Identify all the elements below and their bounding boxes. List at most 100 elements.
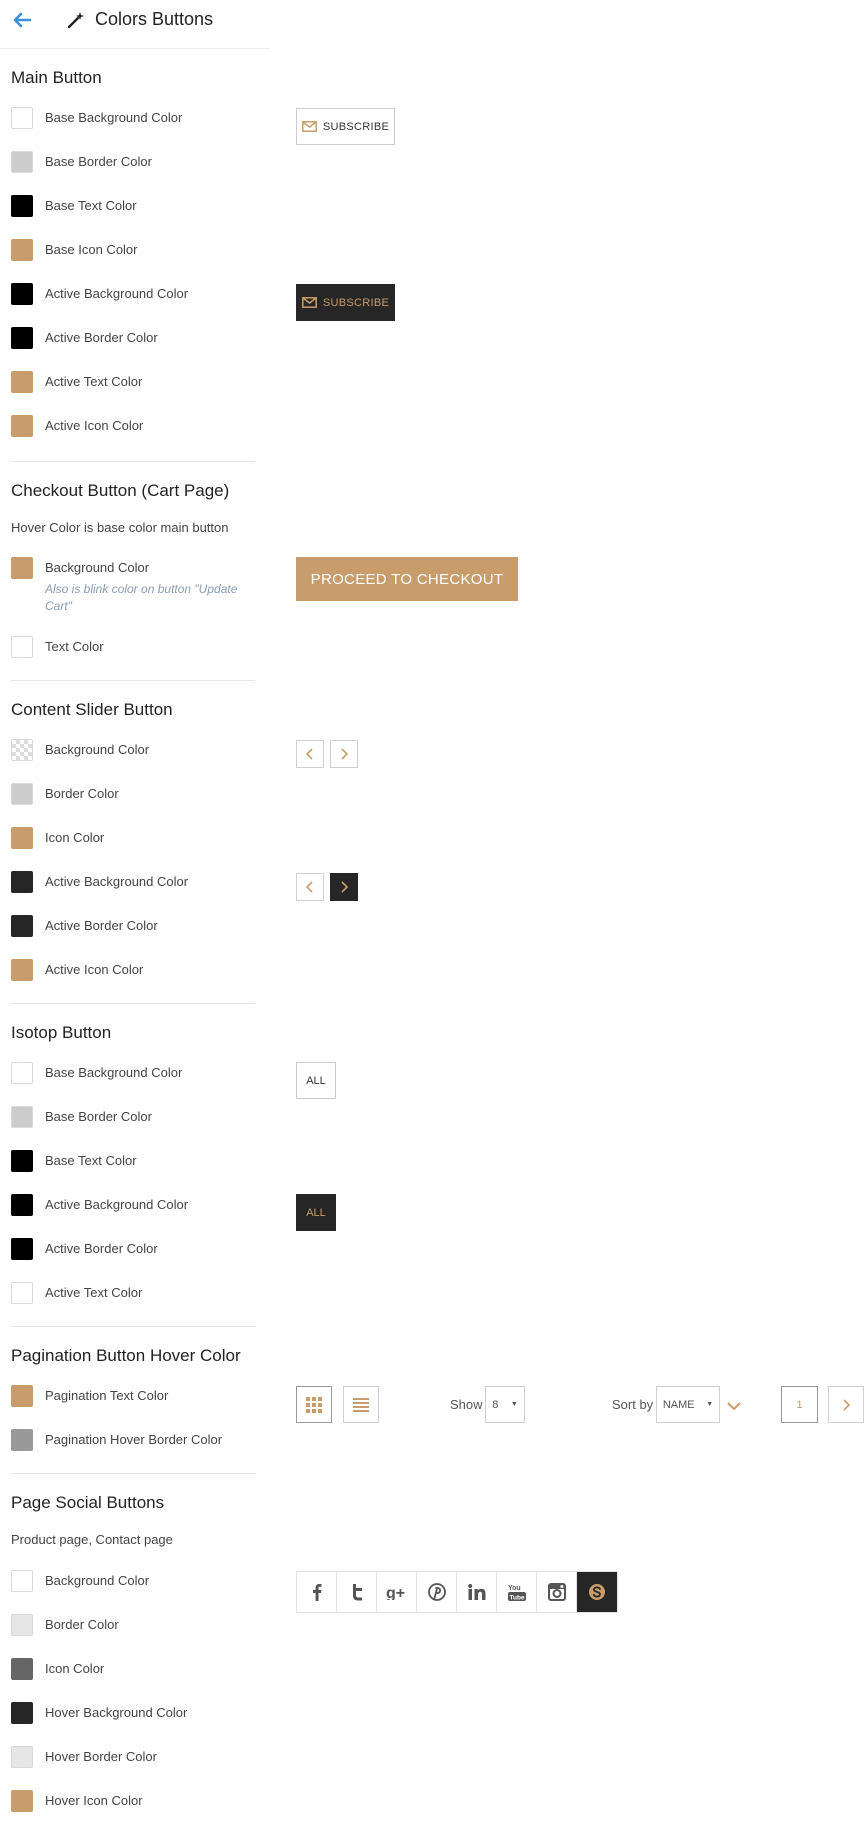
color-row-social-icon[interactable]: Icon Color (11, 1658, 251, 1682)
skype-icon[interactable] (577, 1572, 617, 1612)
color-row-slider-active-icon[interactable]: Active Icon Color (11, 959, 251, 983)
color-swatch[interactable] (11, 1106, 33, 1128)
color-row-social-hover-background[interactable]: Hover Background Color (11, 1702, 251, 1726)
list-view-button[interactable] (343, 1386, 379, 1423)
facebook-icon[interactable] (297, 1572, 337, 1612)
grid-view-button[interactable] (296, 1386, 332, 1423)
color-swatch[interactable] (11, 415, 33, 437)
color-row-slider-icon[interactable]: Icon Color (11, 827, 251, 851)
color-row-checkout-background[interactable]: Background Color (11, 557, 251, 581)
color-swatch[interactable] (11, 827, 33, 849)
color-row-base-border[interactable]: Base Border Color (11, 151, 251, 175)
color-swatch[interactable] (11, 239, 33, 261)
color-row-isotop-base-background[interactable]: Base Background Color (11, 1062, 251, 1086)
show-select[interactable]: 8 ▼ (485, 1386, 525, 1423)
color-swatch[interactable] (11, 871, 33, 893)
color-row-isotop-active-border[interactable]: Active Border Color (11, 1238, 251, 1262)
color-swatch[interactable] (11, 1238, 33, 1260)
color-row-active-border[interactable]: Active Border Color (11, 327, 251, 351)
color-label: Pagination Text Color (45, 1388, 169, 1403)
color-label: Background Color (45, 1573, 150, 1588)
color-row-social-hover-border[interactable]: Hover Border Color (11, 1746, 251, 1770)
twitter-icon[interactable] (337, 1572, 377, 1612)
sort-direction-chevron-icon[interactable] (727, 1398, 741, 1416)
color-swatch[interactable] (11, 151, 33, 173)
color-row-isotop-active-text[interactable]: Active Text Color (11, 1282, 251, 1306)
color-row-checkout-text[interactable]: Text Color (11, 636, 251, 660)
color-row-isotop-active-background[interactable]: Active Background Color (11, 1194, 251, 1218)
slider-prev-button[interactable] (296, 873, 324, 901)
page-number-button[interactable]: 1 (781, 1386, 818, 1423)
slider-next-button-active[interactable] (330, 873, 358, 901)
color-row-isotop-base-border[interactable]: Base Border Color (11, 1106, 251, 1130)
isotop-all-button[interactable]: ALL (296, 1062, 336, 1099)
slider-prev-button[interactable] (296, 740, 324, 768)
isotop-all-button-active[interactable]: ALL (296, 1194, 336, 1231)
proceed-to-checkout-button[interactable]: PROCEED TO CHECKOUT (296, 557, 518, 601)
color-swatch[interactable] (11, 1150, 33, 1172)
color-row-base-background[interactable]: Base Background Color (11, 107, 251, 131)
color-label: Active Text Color (45, 1285, 143, 1300)
color-label: Hover Background Color (45, 1705, 188, 1720)
color-row-active-icon[interactable]: Active Icon Color (11, 415, 251, 439)
color-label: Active Icon Color (45, 962, 144, 977)
color-row-slider-active-background[interactable]: Active Background Color (11, 871, 251, 895)
color-row-slider-active-border[interactable]: Active Border Color (11, 915, 251, 939)
color-row-active-text[interactable]: Active Text Color (11, 371, 251, 395)
color-row-pagination-text[interactable]: Pagination Text Color (11, 1385, 251, 1409)
color-swatch[interactable] (11, 1570, 33, 1592)
linkedin-icon[interactable] (457, 1572, 497, 1612)
subscribe-button-active-preview[interactable]: SUBSCRIBE (296, 284, 395, 321)
color-swatch[interactable] (11, 1194, 33, 1216)
caret-down-icon: ▼ (510, 1401, 518, 1408)
magic-wand-icon (66, 10, 86, 30)
color-swatch[interactable] (11, 327, 33, 349)
color-label: Base Background Color (45, 110, 183, 125)
color-row-pagination-hover-border[interactable]: Pagination Hover Border Color (11, 1429, 251, 1453)
color-swatch[interactable] (11, 1746, 33, 1768)
color-swatch[interactable] (11, 107, 33, 129)
color-row-active-background[interactable]: Active Background Color (11, 283, 251, 307)
sort-by-label: Sort by (612, 1397, 654, 1412)
color-swatch[interactable] (11, 959, 33, 981)
instagram-icon[interactable] (537, 1572, 577, 1612)
sort-select[interactable]: NAME ▼ (656, 1386, 720, 1423)
color-row-social-background[interactable]: Background Color (11, 1570, 251, 1594)
color-row-social-hover-icon[interactable]: Hover Icon Color (11, 1790, 251, 1814)
color-label: Active Background Color (45, 286, 189, 301)
color-swatch[interactable] (11, 1062, 33, 1084)
youtube-icon[interactable]: You Tube (497, 1572, 537, 1612)
color-swatch[interactable] (11, 1614, 33, 1636)
color-swatch[interactable] (11, 739, 33, 761)
color-label: Base Border Color (45, 1109, 152, 1124)
next-page-button[interactable] (828, 1386, 864, 1423)
color-swatch[interactable] (11, 915, 33, 937)
slider-next-button[interactable] (330, 740, 358, 768)
color-row-slider-border[interactable]: Border Color (11, 783, 251, 807)
google-plus-icon[interactable]: g+ (377, 1572, 417, 1612)
color-swatch[interactable] (11, 1429, 33, 1451)
pinterest-icon[interactable] (417, 1572, 457, 1612)
color-swatch[interactable] (11, 783, 33, 805)
color-label: Active Background Color (45, 874, 189, 889)
color-row-base-icon[interactable]: Base Icon Color (11, 239, 251, 263)
chevron-right-icon (341, 748, 349, 760)
color-swatch[interactable] (11, 1658, 33, 1680)
color-row-social-border[interactable]: Border Color (11, 1614, 251, 1638)
section-title-main-button: Main Button (11, 68, 102, 87)
color-swatch[interactable] (11, 557, 33, 579)
color-swatch[interactable] (11, 371, 33, 393)
color-swatch[interactable] (11, 1282, 33, 1304)
subscribe-button-preview[interactable]: SUBSCRIBE (296, 108, 395, 145)
color-swatch[interactable] (11, 283, 33, 305)
back-arrow-icon[interactable] (10, 9, 34, 31)
color-swatch[interactable] (11, 1385, 33, 1407)
color-swatch[interactable] (11, 636, 33, 658)
color-label: Border Color (45, 786, 119, 801)
color-row-isotop-base-text[interactable]: Base Text Color (11, 1150, 251, 1174)
color-swatch[interactable] (11, 1790, 33, 1812)
color-row-base-text[interactable]: Base Text Color (11, 195, 251, 219)
color-row-slider-background[interactable]: Background Color (11, 739, 251, 763)
color-swatch[interactable] (11, 195, 33, 217)
color-swatch[interactable] (11, 1702, 33, 1724)
